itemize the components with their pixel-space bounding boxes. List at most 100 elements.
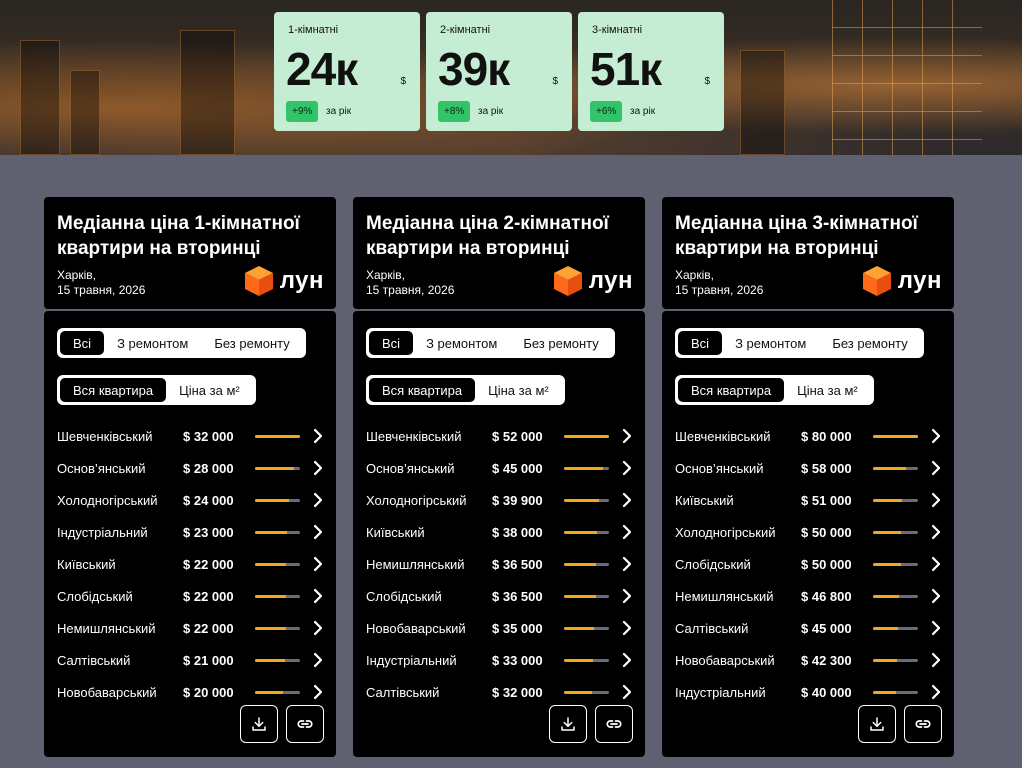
- filter-option[interactable]: Всі: [369, 331, 414, 355]
- price-mode-option[interactable]: Вся квартира: [60, 378, 167, 402]
- lun-logo[interactable]: лун: [244, 265, 324, 297]
- filter-option[interactable]: З ремонтом: [413, 331, 510, 355]
- lun-logo[interactable]: лун: [553, 265, 633, 297]
- price-mode-option[interactable]: Вся квартира: [678, 378, 785, 402]
- district-row[interactable]: Київський $ 38 000: [366, 516, 638, 548]
- chevron-right-icon[interactable]: [311, 524, 325, 540]
- district-row[interactable]: Шевченківський $ 32 000: [57, 420, 329, 452]
- district-name: Індустріальний: [675, 684, 766, 700]
- district-list: Шевченківський $ 52 000 Основ’янський $ 45 …: [366, 420, 638, 708]
- district-row[interactable]: Немишлянський $ 46 800: [675, 580, 947, 612]
- district-row[interactable]: Київський $ 51 000: [675, 484, 947, 516]
- district-row[interactable]: Слобідський $ 36 500: [366, 580, 638, 612]
- card-date: 15 травня, 2026: [366, 283, 455, 297]
- copy-link-button[interactable]: [595, 705, 633, 743]
- link-icon: [297, 720, 313, 728]
- district-row[interactable]: Немишлянський $ 22 000: [57, 612, 329, 644]
- filter-option[interactable]: З ремонтом: [722, 331, 819, 355]
- district-row[interactable]: Шевченківський $ 52 000: [366, 420, 638, 452]
- chevron-right-icon[interactable]: [620, 684, 634, 700]
- download-button[interactable]: [549, 705, 587, 743]
- chevron-right-icon[interactable]: [929, 556, 943, 572]
- filter-option[interactable]: Всі: [678, 331, 723, 355]
- district-row[interactable]: Основ’янський $ 45 000: [366, 452, 638, 484]
- chevron-right-icon[interactable]: [929, 684, 943, 700]
- price-bar: [564, 466, 609, 470]
- chevron-right-icon[interactable]: [620, 428, 634, 444]
- district-row[interactable]: Новобаварський $ 42 300: [675, 644, 947, 676]
- price-card-2: Медіанна ціна 2-кімнатної квартири на вт…: [353, 197, 645, 757]
- chevron-right-icon[interactable]: [311, 588, 325, 604]
- district-row[interactable]: Новобаварський $ 20 000: [57, 676, 329, 708]
- district-row[interactable]: Київський $ 22 000: [57, 548, 329, 580]
- chevron-right-icon[interactable]: [929, 588, 943, 604]
- filter-option[interactable]: З ремонтом: [104, 331, 201, 355]
- price-bar: [564, 530, 609, 534]
- district-row[interactable]: Немишлянський $ 36 500: [366, 548, 638, 580]
- price-bar: [255, 530, 300, 534]
- chevron-right-icon[interactable]: [929, 652, 943, 668]
- chevron-right-icon[interactable]: [311, 492, 325, 508]
- district-row[interactable]: Основ’янський $ 58 000: [675, 452, 947, 484]
- district-row[interactable]: Слобідський $ 50 000: [675, 548, 947, 580]
- district-price: $ 22 000: [183, 556, 234, 572]
- copy-link-button[interactable]: [286, 705, 324, 743]
- district-price: $ 20 000: [183, 684, 234, 700]
- filter-option[interactable]: Всі: [60, 331, 105, 355]
- stat-currency: $: [552, 76, 558, 87]
- district-row[interactable]: Салтівський $ 21 000: [57, 644, 329, 676]
- chevron-right-icon[interactable]: [311, 556, 325, 572]
- district-row[interactable]: Холодногірський $ 50 000: [675, 516, 947, 548]
- district-row[interactable]: Індустріальний $ 40 000: [675, 676, 947, 708]
- price-mode-option[interactable]: Ціна за м²: [166, 378, 253, 402]
- district-row[interactable]: Новобаварський $ 35 000: [366, 612, 638, 644]
- chevron-right-icon[interactable]: [311, 652, 325, 668]
- district-row[interactable]: Основ’янський $ 28 000: [57, 452, 329, 484]
- district-row[interactable]: Шевченківський $ 80 000: [675, 420, 947, 452]
- chevron-right-icon[interactable]: [929, 492, 943, 508]
- district-name: Шевченківський: [675, 428, 771, 444]
- price-mode-option[interactable]: Ціна за м²: [784, 378, 871, 402]
- chevron-right-icon[interactable]: [929, 620, 943, 636]
- chevron-right-icon[interactable]: [620, 588, 634, 604]
- district-row[interactable]: Індустріальний $ 33 000: [366, 644, 638, 676]
- download-button[interactable]: [858, 705, 896, 743]
- filter-option[interactable]: Без ремонту: [819, 331, 920, 355]
- district-row[interactable]: Салтівський $ 32 000: [366, 676, 638, 708]
- filter-option[interactable]: Без ремонту: [201, 331, 302, 355]
- download-button[interactable]: [240, 705, 278, 743]
- chevron-right-icon[interactable]: [311, 428, 325, 444]
- district-row[interactable]: Індустріальний $ 23 000: [57, 516, 329, 548]
- price-bar: [873, 626, 918, 630]
- chevron-right-icon[interactable]: [929, 524, 943, 540]
- card-actions: [240, 705, 324, 743]
- chevron-right-icon[interactable]: [620, 492, 634, 508]
- renovation-filter: Всі З ремонтом Без ремонту: [57, 328, 306, 358]
- district-row[interactable]: Салтівський $ 45 000: [675, 612, 947, 644]
- chevron-right-icon[interactable]: [620, 556, 634, 572]
- district-row[interactable]: Холодногірський $ 24 000: [57, 484, 329, 516]
- price-bar: [873, 658, 918, 662]
- card-title: Медіанна ціна 2-кімнатної квартири на вт…: [366, 213, 609, 259]
- chevron-right-icon[interactable]: [620, 524, 634, 540]
- chevron-right-icon[interactable]: [620, 652, 634, 668]
- chevron-right-icon[interactable]: [311, 684, 325, 700]
- lun-logo[interactable]: лун: [862, 265, 942, 297]
- district-row[interactable]: Холодногірський $ 39 900: [366, 484, 638, 516]
- chevron-right-icon[interactable]: [929, 460, 943, 476]
- district-price: $ 28 000: [183, 460, 234, 476]
- district-row[interactable]: Слобідський $ 22 000: [57, 580, 329, 612]
- card-actions: [858, 705, 942, 743]
- district-price: $ 39 900: [492, 492, 543, 508]
- chevron-right-icon[interactable]: [620, 620, 634, 636]
- price-bar-fill: [564, 498, 599, 502]
- chevron-right-icon[interactable]: [929, 428, 943, 444]
- chevron-right-icon[interactable]: [620, 460, 634, 476]
- chevron-right-icon[interactable]: [311, 460, 325, 476]
- filter-option[interactable]: Без ремонту: [510, 331, 611, 355]
- copy-link-button[interactable]: [904, 705, 942, 743]
- price-mode-option[interactable]: Ціна за м²: [475, 378, 562, 402]
- district-name: Немишлянський: [675, 588, 774, 604]
- price-mode-option[interactable]: Вся квартира: [369, 378, 476, 402]
- chevron-right-icon[interactable]: [311, 620, 325, 636]
